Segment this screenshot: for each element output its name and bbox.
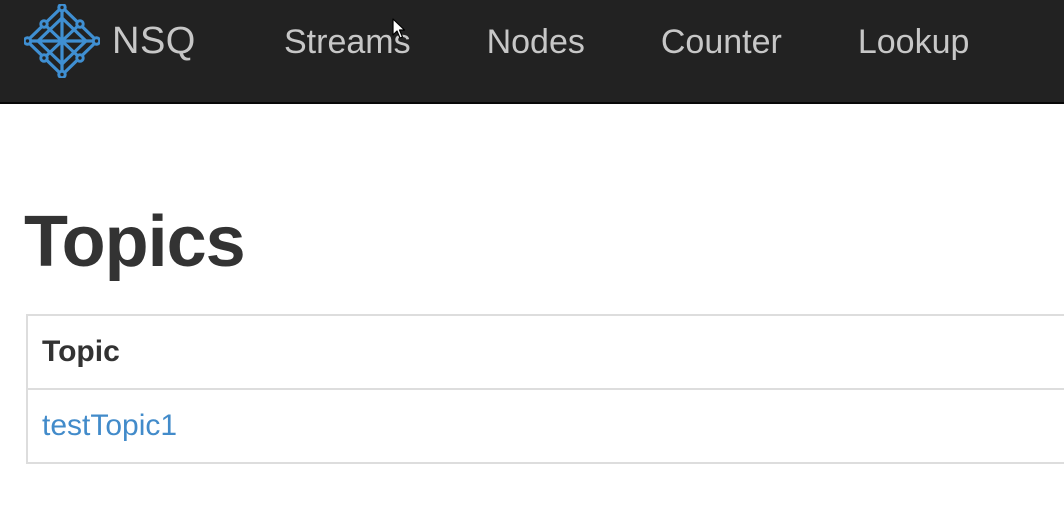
brand-home-link[interactable]: NSQ bbox=[24, 4, 196, 78]
table-row: testTopic1 bbox=[26, 388, 1064, 464]
main-nav: Streams Nodes Counter Lookup bbox=[260, 0, 993, 84]
mouse-pointer-icon bbox=[392, 18, 406, 39]
column-header-topic: Topic bbox=[26, 314, 1064, 390]
topics-table: Topic testTopic1 bbox=[26, 314, 1064, 464]
nav-counter-link[interactable]: Counter bbox=[637, 23, 806, 62]
nav-lookup-link[interactable]: Lookup bbox=[834, 23, 994, 62]
page-title: Topics bbox=[24, 202, 246, 282]
nav-nodes-link[interactable]: Nodes bbox=[463, 23, 609, 62]
topic-link[interactable]: testTopic1 bbox=[42, 409, 177, 442]
top-navbar: NSQ Streams Nodes Counter Lookup bbox=[0, 0, 1064, 104]
brand-name: NSQ bbox=[112, 19, 196, 62]
table-cell-topic: testTopic1 bbox=[26, 388, 1064, 464]
table-header-row: Topic bbox=[26, 314, 1064, 390]
nav-streams-link[interactable]: Streams bbox=[260, 23, 435, 62]
nsq-logo-icon bbox=[24, 4, 100, 78]
